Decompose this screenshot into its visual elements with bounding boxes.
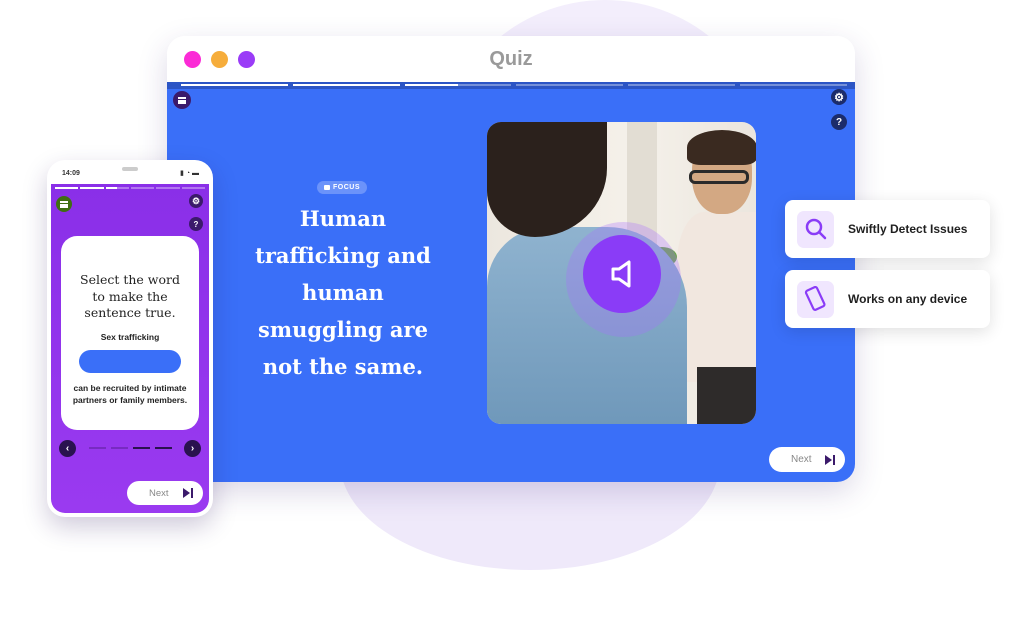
chevron-right-icon: › <box>190 442 195 454</box>
speaker-icon <box>611 260 631 288</box>
photo-man-glasses <box>689 170 749 184</box>
phone-clock: 14:09 <box>62 170 80 177</box>
feature-card-detect: Swiftly Detect Issues <box>785 200 990 258</box>
quiz-window: Quiz ⚙ ? FOCUS Human trafficking and hum… <box>167 36 855 482</box>
feature-icon-box <box>797 210 834 248</box>
feature-card-device: Works on any device <box>785 270 990 328</box>
pager-indicators <box>88 447 172 449</box>
next-arrow-button[interactable]: › <box>184 439 201 457</box>
search-icon <box>805 218 826 240</box>
window-title: Quiz <box>489 48 533 70</box>
slide-photo <box>487 122 756 424</box>
progress-segment <box>292 84 400 86</box>
progress-segment <box>628 84 736 86</box>
progress-segment <box>516 84 624 86</box>
phone-next-button[interactable]: Next <box>127 481 203 505</box>
pager-dash[interactable] <box>110 447 128 449</box>
help-icon: ? <box>835 116 843 128</box>
phone-screen: 14:09 ▮ ◔ ▬ ⚙ ? Select the word to make … <box>51 164 209 513</box>
progress-segment-fill <box>404 84 459 86</box>
next-button-label: Next <box>149 487 169 499</box>
chevron-left-icon: ‹ <box>65 442 70 454</box>
quiz-stage: ⚙ ? FOCUS Human trafficking and human sm… <box>167 82 855 482</box>
pager-dash[interactable] <box>132 447 150 449</box>
progress-segment-fill <box>55 187 79 189</box>
phone-progress-bar <box>55 187 205 189</box>
feature-label: Swiftly Detect Issues <box>848 222 968 236</box>
skip-next-icon <box>183 488 193 498</box>
slide-headline: Human trafficking and human smuggling ar… <box>255 206 431 379</box>
briefcase-icon <box>324 185 330 190</box>
phone-quiz-stage: ⚙ ? Select the word to make the sentence… <box>51 184 209 513</box>
help-icon: ? <box>193 219 199 229</box>
phone-mockup: 14:09 ▮ ◔ ▬ ⚙ ? Select the word to make … <box>47 160 213 517</box>
menu-button[interactable] <box>173 91 191 109</box>
progress-segment <box>80 187 104 189</box>
gear-icon: ⚙ <box>834 91 844 104</box>
question-text: Select the word to make the sentence tru… <box>80 272 180 320</box>
feature-icon-box <box>797 280 834 318</box>
focus-badge-label: FOCUS <box>333 184 360 191</box>
progress-segment <box>55 187 79 189</box>
phone-settings-button[interactable]: ⚙ <box>189 194 203 208</box>
window-titlebar: Quiz <box>167 36 855 82</box>
help-button[interactable]: ? <box>831 114 847 130</box>
sentence-start: Sex trafficking <box>100 331 160 342</box>
progress-bar <box>167 82 855 89</box>
skip-next-icon <box>825 454 835 465</box>
settings-button[interactable]: ⚙ <box>831 89 847 105</box>
photo-man-shirt <box>677 212 756 382</box>
phone-status-bar: 14:09 ▮ ◔ ▬ <box>51 164 209 184</box>
next-button-label: Next <box>791 454 812 465</box>
progress-segment-fill <box>292 84 400 86</box>
next-button[interactable]: Next <box>769 447 845 472</box>
focus-badge: FOCUS <box>317 181 367 194</box>
phone-icon <box>804 286 826 311</box>
prev-button[interactable]: ‹ <box>59 439 76 457</box>
question-card: Select the word to make the sentence tru… <box>61 236 199 430</box>
progress-segment <box>130 187 155 189</box>
answer-blank[interactable] <box>79 349 181 373</box>
photo-man-pants <box>697 367 756 424</box>
menu-icon <box>60 200 68 208</box>
gear-icon: ⚙ <box>191 195 201 206</box>
progress-segment <box>156 187 180 189</box>
progress-segment-fill <box>181 84 288 86</box>
pager-dash[interactable] <box>88 447 106 449</box>
photo-man-hair <box>687 130 756 165</box>
feature-label: Works on any device <box>848 292 968 306</box>
progress-segment <box>105 187 129 189</box>
pager: ‹ › <box>59 439 201 457</box>
photo-woman-hair <box>487 122 607 237</box>
phone-notch <box>86 164 176 175</box>
progress-segment-fill <box>80 187 104 189</box>
progress-segment-fill <box>105 187 118 189</box>
progress-segment <box>181 84 288 86</box>
phone-help-button[interactable]: ? <box>189 217 203 231</box>
progress-segment <box>740 84 847 86</box>
phone-menu-button[interactable] <box>56 196 72 212</box>
pager-dash[interactable] <box>154 447 172 449</box>
audio-button[interactable] <box>583 235 661 313</box>
signal-wifi-battery-icons: ▮ ◔ ▬ <box>180 170 199 177</box>
progress-segment <box>404 84 512 86</box>
progress-segment <box>181 187 205 189</box>
sentence-end: can be recruited by intimate partners or… <box>72 382 188 406</box>
menu-icon <box>178 96 186 104</box>
